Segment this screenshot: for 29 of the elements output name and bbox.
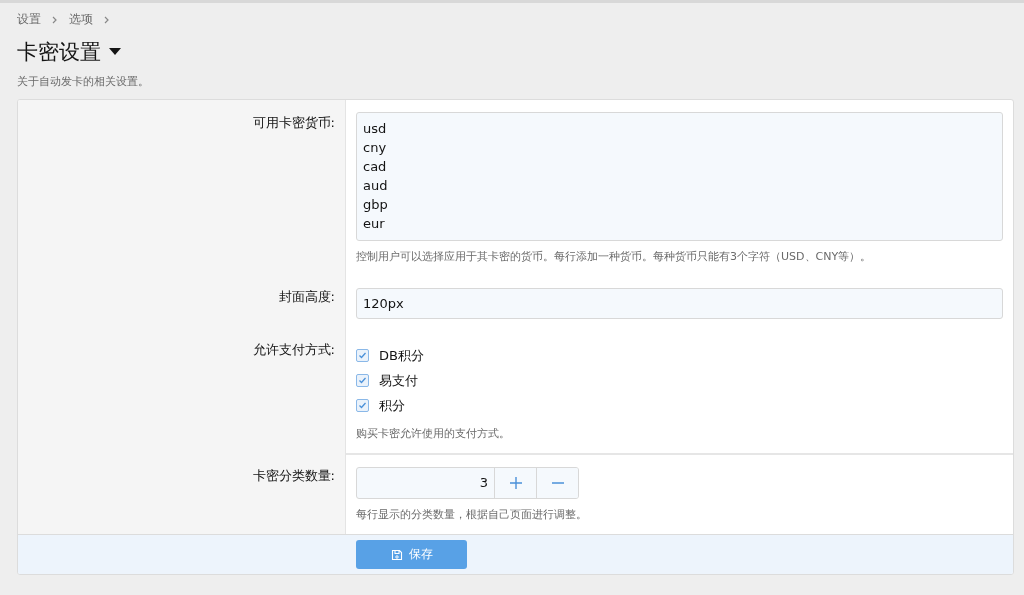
check-icon [358,376,367,385]
field-label: 允许支付方式: [252,341,335,359]
breadcrumb-link[interactable]: 设置 [17,11,41,28]
field-label: 封面高度: [278,288,335,306]
checkbox[interactable] [356,374,369,387]
checkbox-label: DB积分 [379,346,424,365]
page-description: 关于自动发卡的相关设置。 [17,74,150,89]
number-spinner[interactable]: 3 [356,467,579,499]
field-hint: 控制用户可以选择应用于其卡密的货币。每行添加一种货币。每种货币只能有3个字符（USD、CNY等）。 [356,249,873,264]
page-title: 卡密设置 [17,39,101,66]
input-field[interactable]: 120px [356,288,1003,319]
save-icon [390,548,403,561]
checkbox[interactable] [356,399,369,412]
field-hint: 购买卡密允许使用的支付方式。 [356,426,511,441]
number-value: 3 [478,474,489,492]
chevron-icon [51,15,59,24]
check-icon [358,351,367,360]
field-label: 可用卡密货币: [252,114,335,132]
field-hint: 每行显示的分类数量，根据自己页面进行调整。 [356,507,588,522]
checkbox-label: 易支付 [379,371,418,390]
field-label: 卡密分类数量: [252,467,335,485]
plus-icon [509,477,522,489]
breadcrumb-link[interactable]: 选项 [69,11,93,28]
chevron-icon [103,15,111,24]
checkbox[interactable] [356,349,369,362]
currency-field[interactable]: usd cny cad aud gbp eur [356,112,1003,241]
checkbox-label: 积分 [379,396,405,415]
caret-icon[interactable] [109,48,121,56]
check-icon [358,401,367,410]
